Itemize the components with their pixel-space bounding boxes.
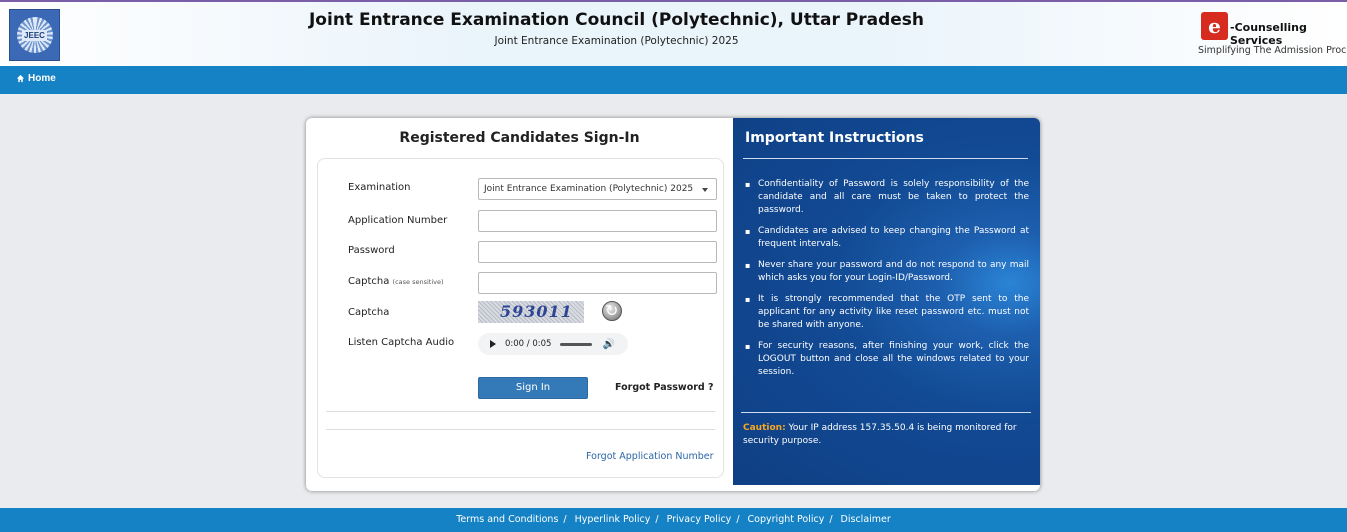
- page-subtitle: Joint Entrance Examination (Polytechnic)…: [494, 35, 739, 47]
- chevron-down-icon: [702, 188, 708, 192]
- signin-form: Examination Joint Entrance Examination (…: [317, 158, 724, 478]
- home-icon: [16, 74, 25, 83]
- play-icon[interactable]: [490, 340, 496, 348]
- captcha-image-label: Captcha: [348, 307, 390, 318]
- captcha-image: 593011: [478, 301, 584, 323]
- application-number-label: Application Number: [348, 215, 448, 226]
- brand-name: -Counselling Services: [1230, 21, 1307, 47]
- disclaimer-link[interactable]: Disclaimer: [841, 514, 891, 525]
- copyright-policy-link[interactable]: Copyright Policy: [748, 514, 825, 525]
- terms-link[interactable]: Terms and Conditions: [456, 514, 558, 525]
- signin-button[interactable]: Sign In: [478, 377, 588, 399]
- e-counselling-logo: e -Counselling Services Simplifying The …: [1198, 12, 1347, 60]
- forgot-password-link[interactable]: Forgot Password ?: [615, 382, 714, 393]
- exam-select[interactable]: Joint Entrance Examination (Polytechnic)…: [478, 178, 717, 200]
- captcha-audio-player[interactable]: 0:00 / 0:05 🔊: [478, 333, 628, 355]
- captcha-hint: (case sensitive): [392, 278, 444, 286]
- instruction-item: It is strongly recommended that the OTP …: [745, 293, 1029, 332]
- forgot-application-number-link[interactable]: Forgot Application Number: [586, 451, 714, 462]
- instruction-item: For security reasons, after finishing yo…: [745, 340, 1029, 379]
- caution-label: Caution:: [743, 423, 786, 433]
- password-input[interactable]: [478, 241, 717, 263]
- signin-panel: Registered Candidates Sign-In Examinatio…: [306, 118, 733, 491]
- divider: [326, 411, 715, 412]
- divider: [743, 158, 1028, 159]
- separator: /: [655, 514, 659, 525]
- instruction-item: Confidentiality of Password is solely re…: [745, 178, 1029, 217]
- captcha-input-label-text: Captcha: [348, 276, 390, 287]
- privacy-policy-link[interactable]: Privacy Policy: [667, 514, 732, 525]
- divider: [741, 412, 1031, 413]
- site-header: JEEC Joint Entrance Examination Council …: [0, 0, 1347, 66]
- separator: /: [736, 514, 740, 525]
- home-link[interactable]: Home: [16, 73, 56, 84]
- instructions-title: Important Instructions: [745, 130, 924, 146]
- audio-label: Listen Captcha Audio: [348, 337, 455, 348]
- audio-progress-bar[interactable]: [560, 342, 593, 346]
- divider: [326, 429, 715, 430]
- captcha-text: 593011: [500, 302, 573, 321]
- instruction-item: Never share your password and do not res…: [745, 259, 1029, 285]
- application-number-input[interactable]: [478, 210, 717, 232]
- hyperlink-policy-link[interactable]: Hyperlink Policy: [575, 514, 651, 525]
- separator: /: [563, 514, 567, 525]
- caution-notice: Caution: Your IP address 157.35.50.4 is …: [743, 422, 1031, 448]
- signin-title: Registered Candidates Sign-In: [399, 130, 640, 146]
- password-label: Password: [348, 245, 395, 256]
- exam-select-value: Joint Entrance Examination (Polytechnic)…: [484, 184, 694, 194]
- instructions-list: Confidentiality of Password is solely re…: [745, 178, 1029, 387]
- captcha-input-label: Captcha (case sensitive): [348, 276, 444, 287]
- page-title: Joint Entrance Examination Council (Poly…: [308, 10, 924, 30]
- refresh-captcha-icon[interactable]: [602, 301, 622, 321]
- brand-tagline: Simplifying The Admission Process: [1198, 45, 1347, 56]
- audio-time: 0:00 / 0:05: [505, 339, 552, 349]
- exam-label: Examination: [348, 182, 411, 193]
- nav-bar: Home: [0, 66, 1347, 94]
- home-label: Home: [28, 73, 56, 84]
- site-footer: Terms and Conditions / Hyperlink Policy / …: [0, 508, 1347, 532]
- instructions-panel: Important Instructions Confidentiality o…: [733, 118, 1040, 485]
- separator: /: [829, 514, 833, 525]
- signin-card: Registered Candidates Sign-In Examinatio…: [306, 118, 1040, 491]
- instruction-item: Candidates are advised to keep changing …: [745, 225, 1029, 251]
- captcha-input[interactable]: [478, 272, 717, 294]
- volume-icon[interactable]: 🔊: [602, 339, 614, 350]
- e-logo-icon: e: [1201, 12, 1228, 40]
